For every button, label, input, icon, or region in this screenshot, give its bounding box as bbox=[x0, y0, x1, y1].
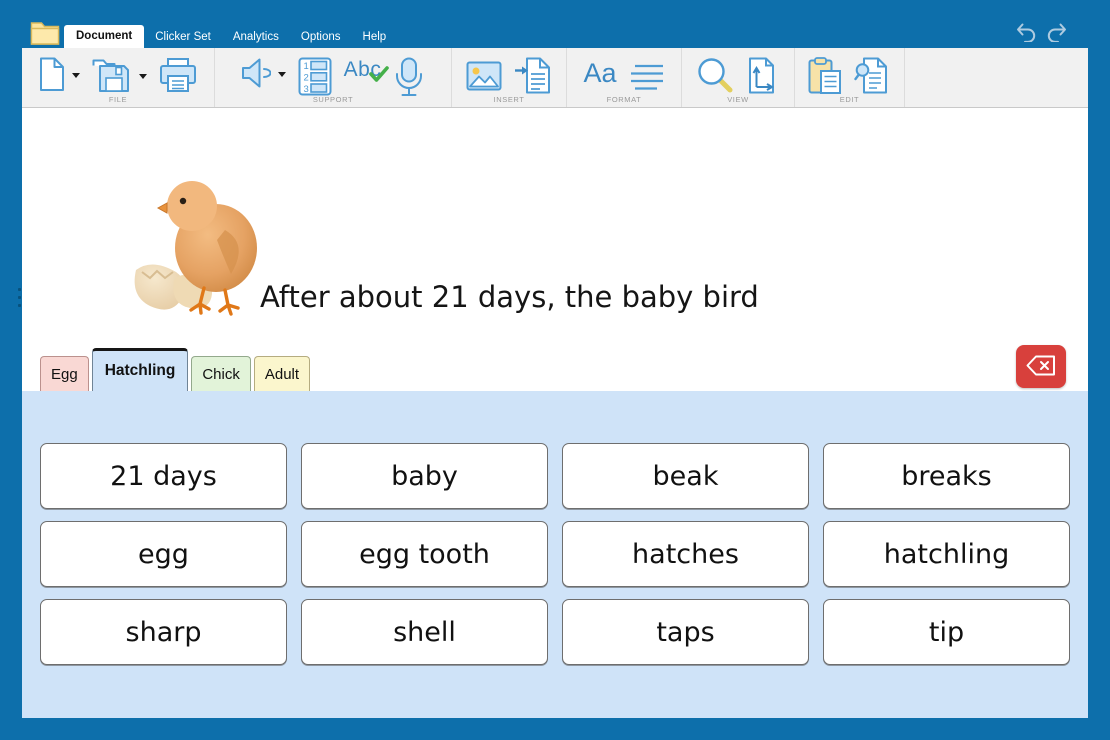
toolbar: FILE 1 2 3 Abc bbox=[22, 48, 1088, 108]
word-cell[interactable]: shell bbox=[301, 599, 548, 665]
speak-button[interactable] bbox=[241, 57, 286, 89]
zoom-button[interactable] bbox=[697, 57, 733, 94]
spellcheck-check-icon bbox=[369, 66, 389, 87]
window-edge-grip bbox=[18, 304, 21, 307]
print-button[interactable] bbox=[159, 57, 197, 93]
window-edge-grip bbox=[18, 288, 21, 291]
word-cell[interactable]: egg bbox=[40, 521, 287, 587]
word-cell[interactable]: beak bbox=[562, 443, 809, 509]
group-label-insert: INSERT bbox=[452, 95, 566, 104]
group-label-view: VIEW bbox=[682, 95, 794, 104]
document-area[interactable]: After about 21 days, the baby bird Egg H… bbox=[22, 108, 1088, 718]
toolbar-group-format: Aa FORMAT bbox=[567, 48, 682, 107]
word-bank-button[interactable]: 1 2 3 bbox=[298, 57, 332, 96]
new-document-dropdown-icon[interactable] bbox=[72, 73, 80, 82]
toolbar-group-support: 1 2 3 Abc SUPPORT bbox=[215, 48, 452, 107]
paste-button[interactable] bbox=[808, 57, 842, 95]
spellcheck-button[interactable]: Abc bbox=[344, 59, 382, 80]
save-button[interactable] bbox=[92, 57, 147, 94]
chick-picture[interactable] bbox=[128, 168, 268, 321]
toolbar-spacer bbox=[905, 48, 1088, 107]
insert-picture-button[interactable] bbox=[466, 57, 502, 92]
toolbar-group-insert: INSERT bbox=[452, 48, 567, 107]
font-button[interactable]: Aa bbox=[583, 57, 616, 87]
svg-text:1: 1 bbox=[303, 61, 308, 72]
word-cell[interactable]: taps bbox=[562, 599, 809, 665]
ribbon-menu: Document Clicker Set Analytics Options H… bbox=[64, 25, 397, 48]
group-label-file: FILE bbox=[22, 95, 214, 104]
insert-text-button[interactable] bbox=[514, 57, 552, 94]
word-cell[interactable]: tip bbox=[823, 599, 1070, 665]
titlebar: Document Clicker Set Analytics Options H… bbox=[0, 0, 1110, 48]
record-microphone-button[interactable] bbox=[393, 57, 425, 97]
menu-tab-options[interactable]: Options bbox=[290, 27, 352, 48]
word-tab-chick[interactable]: Chick bbox=[191, 356, 251, 391]
word-cell[interactable]: egg tooth bbox=[301, 521, 548, 587]
find-button[interactable] bbox=[854, 57, 891, 95]
menu-tab-help[interactable]: Help bbox=[352, 27, 398, 48]
word-bank-tabs: Egg Hatchling Chick Adult bbox=[40, 348, 313, 391]
word-cell[interactable]: baby bbox=[301, 443, 548, 509]
redo-icon[interactable] bbox=[1046, 23, 1068, 42]
word-cell[interactable]: breaks bbox=[823, 443, 1070, 509]
group-label-support: SUPPORT bbox=[215, 95, 451, 104]
word-cell[interactable]: 21 days bbox=[40, 443, 287, 509]
group-label-format: FORMAT bbox=[567, 95, 681, 104]
font-aa-label: Aa bbox=[583, 60, 616, 87]
backspace-icon bbox=[1026, 355, 1056, 379]
clicker-app-window: { "menu": { "items": [ { "label": "Docum… bbox=[0, 0, 1110, 740]
save-dropdown-icon[interactable] bbox=[139, 74, 147, 83]
word-tab-hatchling[interactable]: Hatchling bbox=[92, 348, 189, 391]
word-cell[interactable]: sharp bbox=[40, 599, 287, 665]
menu-tab-document[interactable]: Document bbox=[64, 25, 144, 48]
svg-text:3: 3 bbox=[303, 84, 308, 95]
word-tab-egg[interactable]: Egg bbox=[40, 356, 89, 391]
window-edge-grip bbox=[18, 296, 21, 299]
toolbar-group-edit: EDIT bbox=[795, 48, 905, 107]
speak-dropdown-icon[interactable] bbox=[278, 72, 286, 81]
undo-icon[interactable] bbox=[1015, 23, 1037, 42]
svg-text:2: 2 bbox=[303, 73, 308, 84]
word-tab-adult[interactable]: Adult bbox=[254, 356, 310, 391]
history-buttons bbox=[1015, 23, 1068, 42]
group-label-edit: EDIT bbox=[795, 95, 904, 104]
word-cell[interactable]: hatchling bbox=[823, 521, 1070, 587]
open-folder-icon[interactable] bbox=[30, 19, 60, 46]
backspace-button[interactable] bbox=[1016, 345, 1066, 388]
menu-tab-analytics[interactable]: Analytics bbox=[222, 27, 290, 48]
paragraph-button[interactable] bbox=[629, 57, 665, 93]
document-text[interactable]: After about 21 days, the baby bird bbox=[260, 280, 759, 314]
menu-tab-clicker-set[interactable]: Clicker Set bbox=[144, 27, 222, 48]
word-grid: 21 days baby beak breaks egg egg tooth h… bbox=[22, 391, 1088, 718]
toolbar-group-file: FILE bbox=[22, 48, 215, 107]
new-document-button[interactable] bbox=[39, 57, 80, 92]
page-setup-button[interactable] bbox=[745, 57, 779, 94]
toolbar-group-view: VIEW bbox=[682, 48, 795, 107]
word-cell[interactable]: hatches bbox=[562, 521, 809, 587]
